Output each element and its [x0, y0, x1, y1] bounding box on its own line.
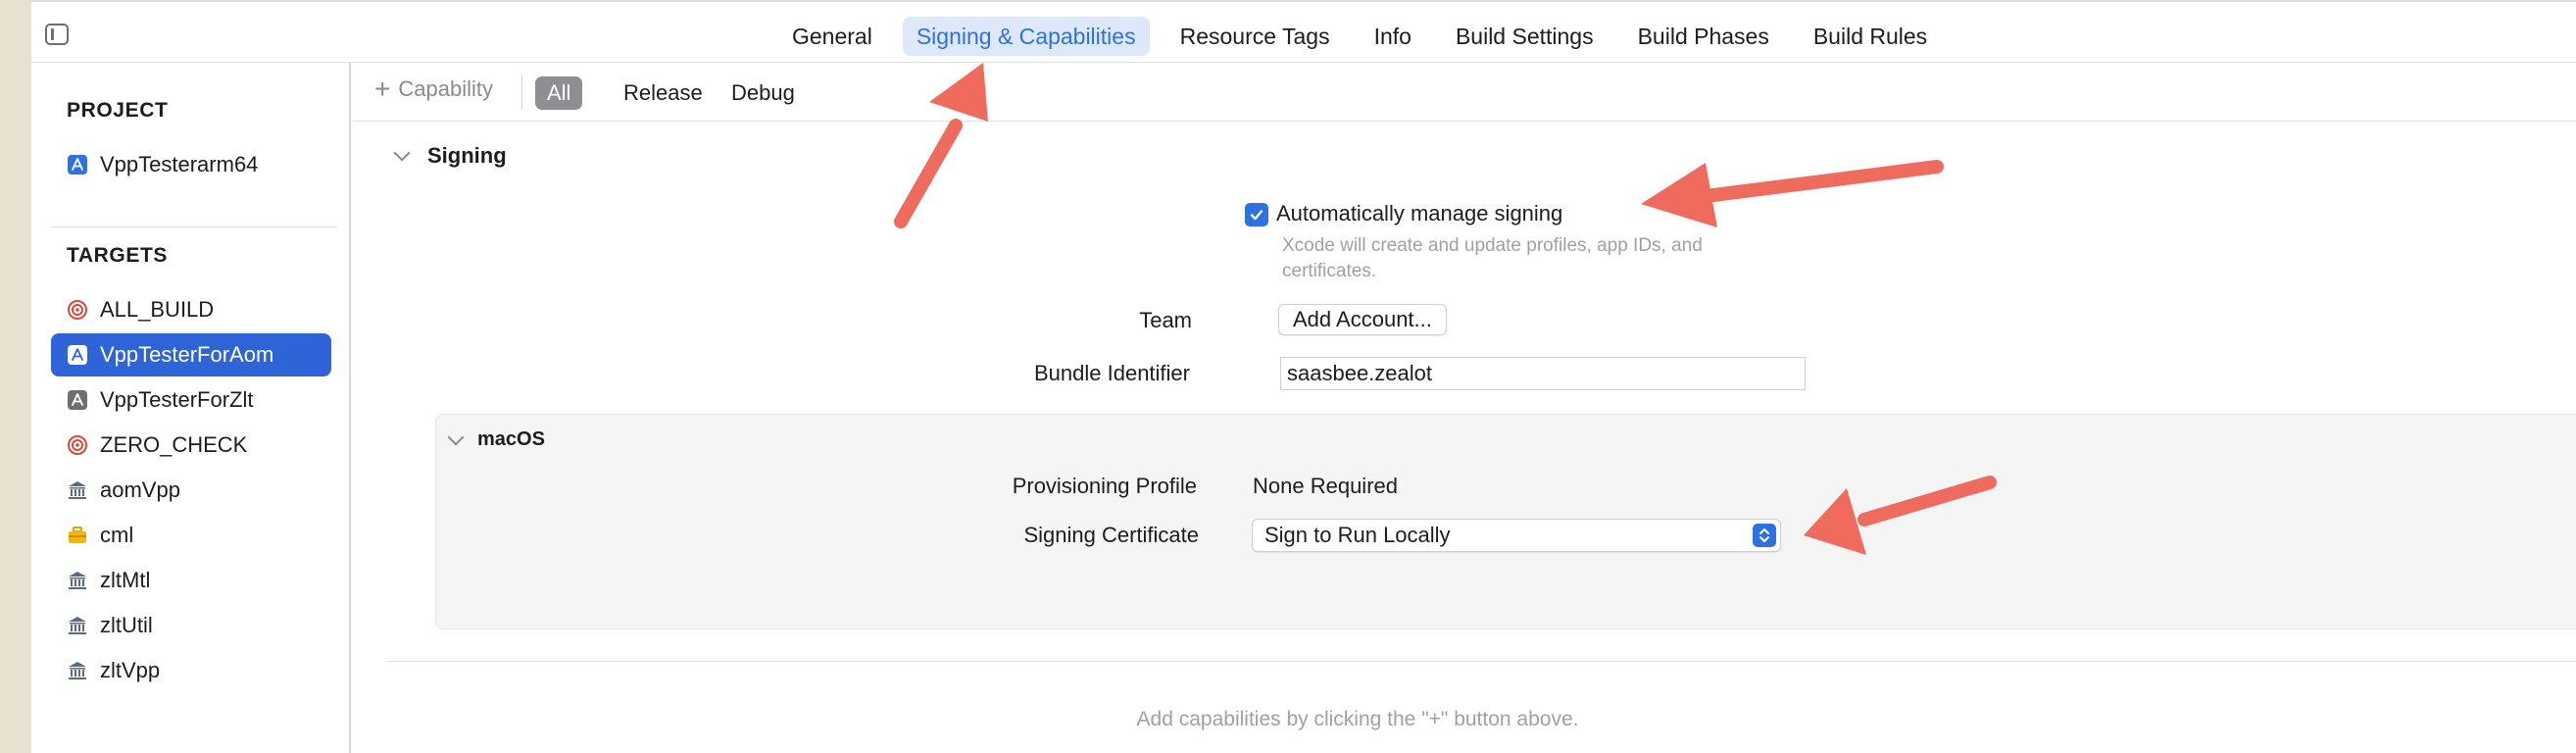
sidebar-item-label: ALL_BUILD: [100, 297, 215, 322]
macos-signing-group: macOS Provisioning Profile None Required…: [435, 414, 2576, 629]
checkmark-icon: [1250, 210, 1263, 221]
signing-certificate-label: Signing Certificate: [1023, 523, 1199, 547]
app-icon: [67, 389, 88, 411]
project-section-title: PROJECT: [67, 99, 169, 122]
toolbar-divider: [521, 75, 522, 110]
target-icon: [67, 434, 88, 456]
sidebar-item-label: zltVpp: [100, 658, 161, 682]
sidebar-item-zltvpp[interactable]: zltVpp: [51, 649, 331, 692]
xcode-project-editor: General Signing & Capabilities Resource …: [31, 0, 2576, 753]
filter-all[interactable]: All: [535, 76, 583, 110]
window-edge: [0, 0, 31, 753]
add-capability-label: Capability: [398, 76, 493, 101]
add-capabilities-hint: Add capabilities by clicking the "+" but…: [1136, 708, 1579, 730]
tabs: General Signing & Capabilities Resource …: [778, 17, 1957, 56]
tab-build-settings[interactable]: Build Settings: [1442, 17, 1608, 56]
sidebar-toggle-icon[interactable]: [45, 24, 69, 45]
signing-certificate-value: Sign to Run Locally: [1264, 523, 1451, 547]
bundle-identifier-field[interactable]: saasbee.zealot: [1280, 357, 1806, 390]
library-icon: [67, 479, 88, 501]
filter-release[interactable]: Release: [612, 76, 715, 110]
select-chevrons-icon: [1753, 524, 1776, 547]
sidebar-item-label: cml: [100, 523, 134, 547]
sidebar-item-label: VppTesterarm64: [100, 152, 259, 176]
sidebar-item-vpptesterforzlt[interactable]: VppTesterForZlt: [51, 378, 331, 422]
team-label: Team: [1139, 308, 1192, 332]
chevron-down-icon: [447, 428, 465, 445]
tab-build-phases[interactable]: Build Phases: [1624, 17, 1783, 56]
section-divider: [386, 661, 2576, 662]
sidebar-item-all-build[interactable]: ALL_BUILD: [51, 288, 331, 331]
sidebar-item-project[interactable]: VppTesterarm64: [51, 143, 331, 186]
capability-toolbar: + Capability All Release Debug: [353, 63, 2576, 122]
sidebar-item-label: VppTesterForAom: [100, 342, 274, 367]
toolbox-icon: [67, 525, 88, 546]
editor-tab-bar: General Signing & Capabilities Resource …: [31, 0, 2576, 63]
library-icon: [67, 615, 88, 636]
bundle-identifier-label: Bundle Identifier: [1034, 361, 1190, 385]
targets-section-title: TARGETS: [67, 244, 168, 267]
auto-manage-signing-description: Xcode will create and update profiles, a…: [1282, 235, 1703, 281]
app-icon: [67, 344, 88, 366]
add-capability-button[interactable]: + Capability: [374, 74, 493, 104]
sidebar-item-vpptesterforaom[interactable]: VppTesterForAom: [51, 333, 331, 376]
tab-info[interactable]: Info: [1361, 17, 1425, 56]
chevron-down-icon: [393, 144, 411, 162]
auto-manage-signing-checkbox[interactable]: [1245, 203, 1268, 226]
sidebar-item-label: aomVpp: [100, 477, 180, 502]
provisioning-profile-label: Provisioning Profile: [1012, 474, 1197, 498]
signing-certificate-select[interactable]: Sign to Run Locally: [1252, 519, 1781, 552]
sidebar-item-label: ZERO_CHECK: [100, 432, 248, 457]
tab-general[interactable]: General: [778, 17, 886, 56]
app-icon: [67, 154, 88, 176]
signing-section-header[interactable]: Signing: [393, 143, 507, 169]
sidebar-item-zltmtl[interactable]: zltMtl: [51, 559, 331, 602]
tab-build-rules[interactable]: Build Rules: [1800, 17, 1941, 56]
library-icon: [67, 660, 88, 681]
target-icon: [67, 299, 88, 321]
auto-manage-signing-label[interactable]: Automatically manage signing: [1276, 201, 1562, 226]
sidebar-item-label: VppTesterForZlt: [100, 387, 254, 412]
sidebar-item-aomvpp[interactable]: aomVpp: [51, 469, 331, 512]
macos-section-header[interactable]: macOS: [447, 428, 545, 451]
sidebar-item-cml[interactable]: cml: [51, 514, 331, 557]
macos-title: macOS: [477, 428, 545, 450]
sidebar-item-label: zltMtl: [100, 568, 151, 592]
tab-resource-tags[interactable]: Resource Tags: [1166, 17, 1344, 56]
sidebar-divider: [51, 226, 337, 227]
tab-signing-capabilities[interactable]: Signing & Capabilities: [902, 17, 1150, 56]
plus-icon: +: [374, 74, 391, 104]
signing-title: Signing: [427, 143, 507, 168]
sidebar-item-zero-check[interactable]: ZERO_CHECK: [51, 424, 331, 467]
library-icon: [67, 570, 88, 591]
sidebar-item-label: zltUtil: [100, 613, 153, 637]
filter-debug[interactable]: Debug: [719, 76, 807, 110]
signing-capabilities-panel: + Capability All Release Debug Signing A…: [353, 63, 2576, 753]
provisioning-profile-value: None Required: [1253, 474, 1398, 498]
add-account-button[interactable]: Add Account...: [1278, 304, 1447, 335]
sidebar-item-zltutil[interactable]: zltUtil: [51, 604, 331, 647]
project-targets-sidebar: PROJECT VppTesterarm64 TARGETS ALL_BUILD…: [31, 63, 351, 753]
